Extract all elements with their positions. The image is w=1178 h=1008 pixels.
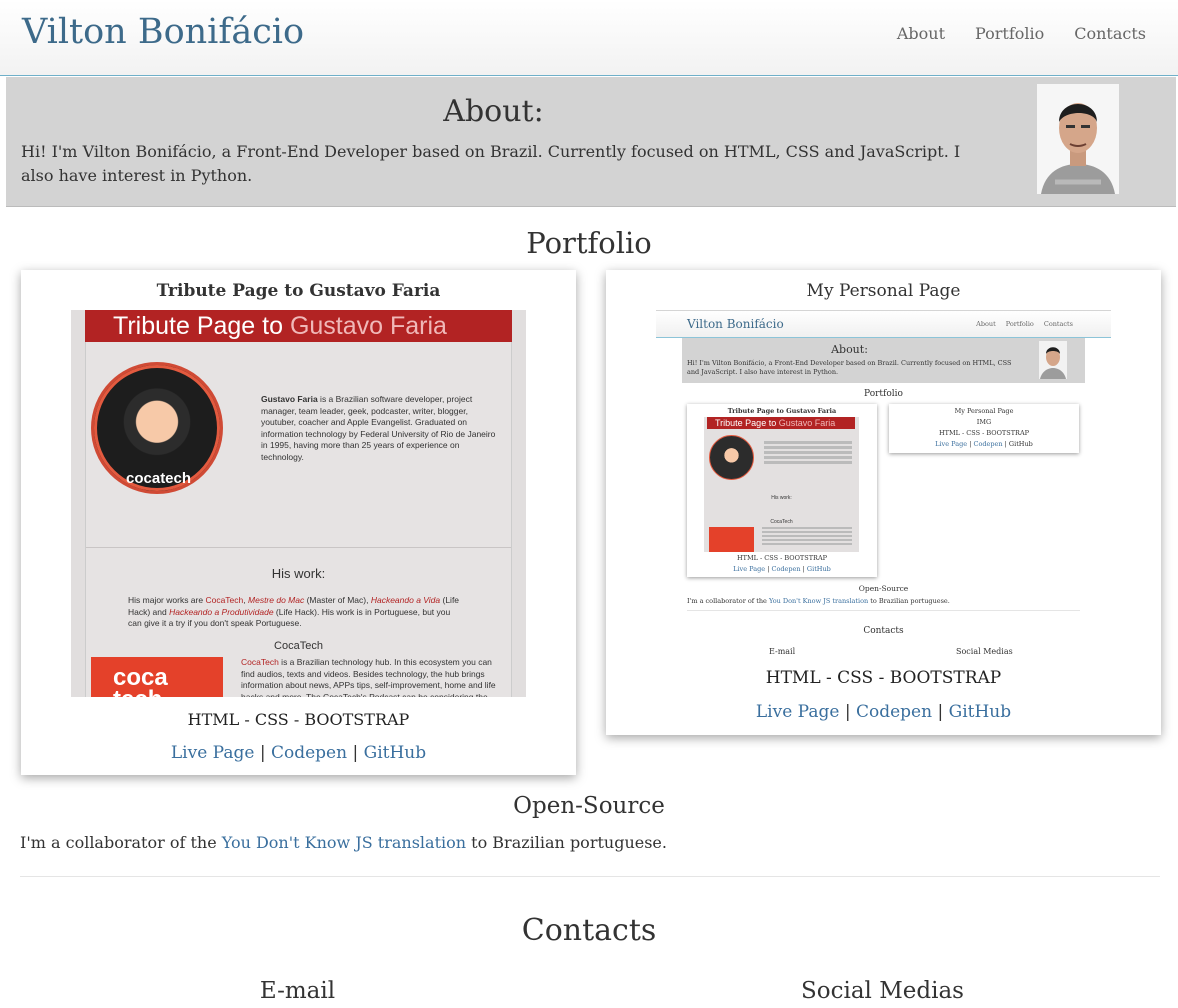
live-page-link[interactable]: Live Page	[756, 702, 840, 722]
tribute-preview-image[interactable]: Tribute Page to Gustavo Faria cocatech G…	[71, 310, 526, 697]
preview-work-title: His work:	[271, 566, 326, 581]
profile-photo	[1037, 84, 1119, 194]
github-link[interactable]: GitHub	[949, 702, 1012, 722]
preview-work-text: His major works are CocaTech, Mestre do …	[128, 595, 460, 628]
card-tech: HTML - CSS - BOOTSTRAP	[187, 710, 410, 729]
nav-link-portfolio[interactable]: Portfolio	[975, 24, 1044, 43]
nav-links: About Portfolio Contacts	[897, 24, 1146, 43]
codepen-link[interactable]: Codepen	[856, 702, 932, 722]
brand-link[interactable]: Vilton Bonifácio	[22, 12, 304, 52]
preview-bio: Gustavo Faria is a Brazilian software de…	[261, 394, 496, 462]
about-text: Hi! I'm Vilton Bonifácio, a Front-End De…	[21, 142, 961, 185]
github-link[interactable]: GitHub	[364, 743, 427, 763]
preview-body: cocatech Gustavo Faria is a Brazilian so…	[85, 342, 512, 697]
preview-coca-title: CocaTech	[274, 640, 323, 652]
ydkjs-link[interactable]: You Don't Know JS translation	[222, 833, 466, 852]
card-tech: HTML - CSS - BOOTSTRAP	[765, 668, 1002, 688]
card-links: Live Page | Codepen | GitHub	[170, 743, 427, 763]
navbar: Vilton Bonifácio About Portfolio Contact…	[0, 0, 1178, 76]
mini-email: E-mail	[769, 647, 796, 656]
card-title: My Personal Page	[806, 281, 961, 301]
divider	[20, 876, 1160, 877]
cocatech-logo: cocatech	[91, 657, 223, 697]
card-title: Tribute Page to Gustavo Faria	[156, 281, 441, 301]
nav-link-about[interactable]: About	[897, 24, 945, 43]
portfolio-card-tribute: Tribute Page to Gustavo Faria Tribute Pa…	[21, 270, 576, 775]
portfolio-card-personal: My Personal Page Vilton Bonifácio About …	[606, 270, 1161, 735]
codepen-link[interactable]: Codepen	[271, 743, 347, 763]
mini-social: Social Medias	[956, 647, 1013, 656]
email-title: E-mail	[259, 978, 336, 1004]
profile-photo-icon	[1037, 84, 1119, 194]
card-links: Live Page | Codepen | GitHub	[755, 702, 1012, 722]
open-source-title: Open-Source	[513, 793, 665, 819]
nav-link-contacts[interactable]: Contacts	[1074, 24, 1146, 43]
preview-coca-text: CocaTech is a Brazilian technology hub. …	[241, 657, 496, 697]
shirt-logo: cocatech	[126, 470, 192, 487]
social-title: Social Medias	[801, 978, 964, 1004]
live-page-link[interactable]: Live Page	[171, 743, 255, 763]
portfolio-title: Portfolio	[526, 226, 652, 260]
about-title: About:	[443, 94, 544, 129]
mini-brand: Vilton Bonifácio	[687, 317, 784, 331]
personal-preview-image[interactable]: Vilton Bonifácio About Portfolio Contact…	[656, 310, 1111, 635]
open-source-text: I'm a collaborator of the You Don't Know…	[20, 833, 667, 852]
contacts-title: Contacts	[521, 913, 657, 948]
about-section: About: Hi! I'm Vilton Bonifácio, a Front…	[6, 77, 1176, 207]
preview-banner: Tribute Page to Gustavo Faria	[85, 310, 512, 342]
